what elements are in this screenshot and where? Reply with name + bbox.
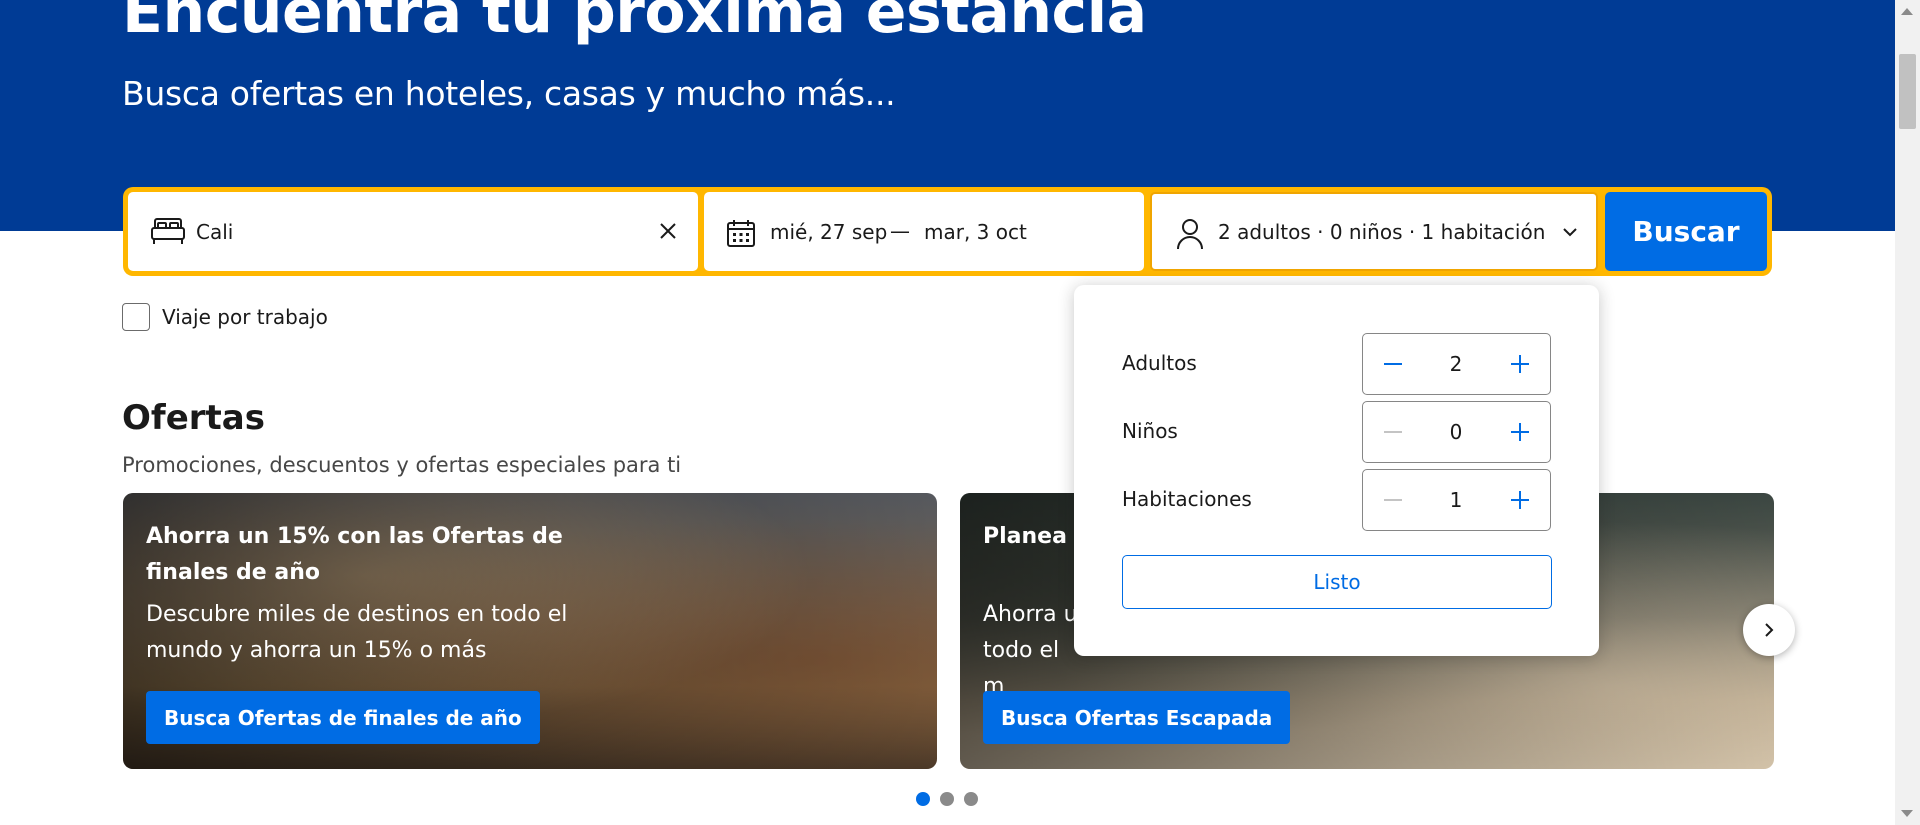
occupancy-popover: Adultos 2 Niños 0 Habitaciones 1 Listo: [1074, 285, 1599, 656]
rooms-row: Habitaciones 1: [1122, 469, 1552, 531]
dates-field[interactable]: mié, 27 sep — mar, 3 oct: [704, 192, 1144, 271]
minus-icon: [1384, 499, 1402, 501]
checkout-date: mar, 3 oct: [924, 220, 1027, 244]
hero-subtitle: Busca ofertas en hoteles, casas y mucho …: [122, 74, 896, 113]
scroll-down-icon[interactable]: [1901, 810, 1913, 817]
offer-card-description: Descubre miles de destinos en todo el mu…: [146, 602, 568, 663]
children-increase-button[interactable]: [1500, 412, 1540, 452]
adults-stepper: 2: [1362, 333, 1551, 395]
close-icon[interactable]: [658, 221, 678, 241]
children-decrease-button[interactable]: [1373, 412, 1413, 452]
adults-decrease-button[interactable]: [1373, 344, 1413, 384]
rooms-stepper: 1: [1362, 469, 1551, 531]
offers-title: Ofertas: [122, 398, 265, 438]
adults-row: Adultos 2: [1122, 333, 1552, 395]
calendar-icon: [727, 220, 755, 247]
checkin-date: mié, 27 sep: [770, 220, 888, 244]
children-row: Niños 0: [1122, 401, 1552, 463]
search-button[interactable]: Buscar: [1605, 192, 1767, 271]
year-end-deals-button[interactable]: Busca Ofertas de finales de año: [146, 691, 540, 744]
carousel-dot[interactable]: [940, 792, 954, 806]
minus-icon: [1384, 431, 1402, 433]
adults-label: Adultos: [1122, 351, 1197, 375]
rooms-value: 1: [1449, 488, 1463, 512]
done-button[interactable]: Listo: [1122, 555, 1552, 609]
minus-icon: [1384, 363, 1402, 365]
carousel-next-button[interactable]: [1743, 604, 1795, 656]
adults-increase-button[interactable]: [1500, 344, 1540, 384]
person-icon: [1177, 219, 1203, 250]
page-scrollbar[interactable]: [1895, 0, 1920, 825]
carousel-dot[interactable]: [964, 792, 978, 806]
plus-icon: [1511, 491, 1529, 509]
carousel-dots: [916, 792, 978, 806]
search-bar: mié, 27 sep — mar, 3 oct 2 adultos · 0 n…: [123, 187, 1772, 276]
offer-card-title: Ahorra un 15% con las Ofertas de finales…: [146, 524, 563, 585]
bed-icon: [151, 218, 185, 244]
children-label: Niños: [1122, 419, 1178, 443]
scrollbar-thumb[interactable]: [1899, 54, 1916, 129]
destination-input[interactable]: [196, 218, 576, 246]
occupancy-field[interactable]: 2 adultos · 0 niños · 1 habitación: [1150, 192, 1598, 271]
work-trip-checkbox[interactable]: [122, 303, 150, 331]
hero-title: Encuentra tu próxima estancia: [122, 0, 1147, 47]
children-stepper: 0: [1362, 401, 1551, 463]
offers-subtitle: Promociones, descuentos y ofertas especi…: [122, 453, 682, 477]
plus-icon: [1511, 355, 1529, 373]
scroll-up-icon[interactable]: [1901, 8, 1913, 15]
getaway-deals-button[interactable]: Busca Ofertas Escapada: [983, 691, 1291, 744]
children-value: 0: [1449, 420, 1463, 444]
adults-value: 2: [1449, 352, 1463, 376]
offer-card-year-end[interactable]: Ahorra un 15% con las Ofertas de finales…: [123, 493, 937, 769]
carousel-dot[interactable]: [916, 792, 930, 806]
rooms-decrease-button[interactable]: [1373, 480, 1413, 520]
plus-icon: [1511, 423, 1529, 441]
work-trip-option[interactable]: Viaje por trabajo: [122, 303, 328, 331]
rooms-increase-button[interactable]: [1500, 480, 1540, 520]
date-separator: —: [890, 219, 910, 243]
destination-field[interactable]: [128, 192, 698, 271]
occupancy-summary: 2 adultos · 0 niños · 1 habitación: [1218, 220, 1546, 244]
rooms-label: Habitaciones: [1122, 487, 1252, 511]
work-trip-label: Viaje por trabajo: [162, 305, 328, 329]
chevron-right-icon: [1765, 623, 1774, 637]
chevron-down-icon: [1563, 228, 1577, 237]
